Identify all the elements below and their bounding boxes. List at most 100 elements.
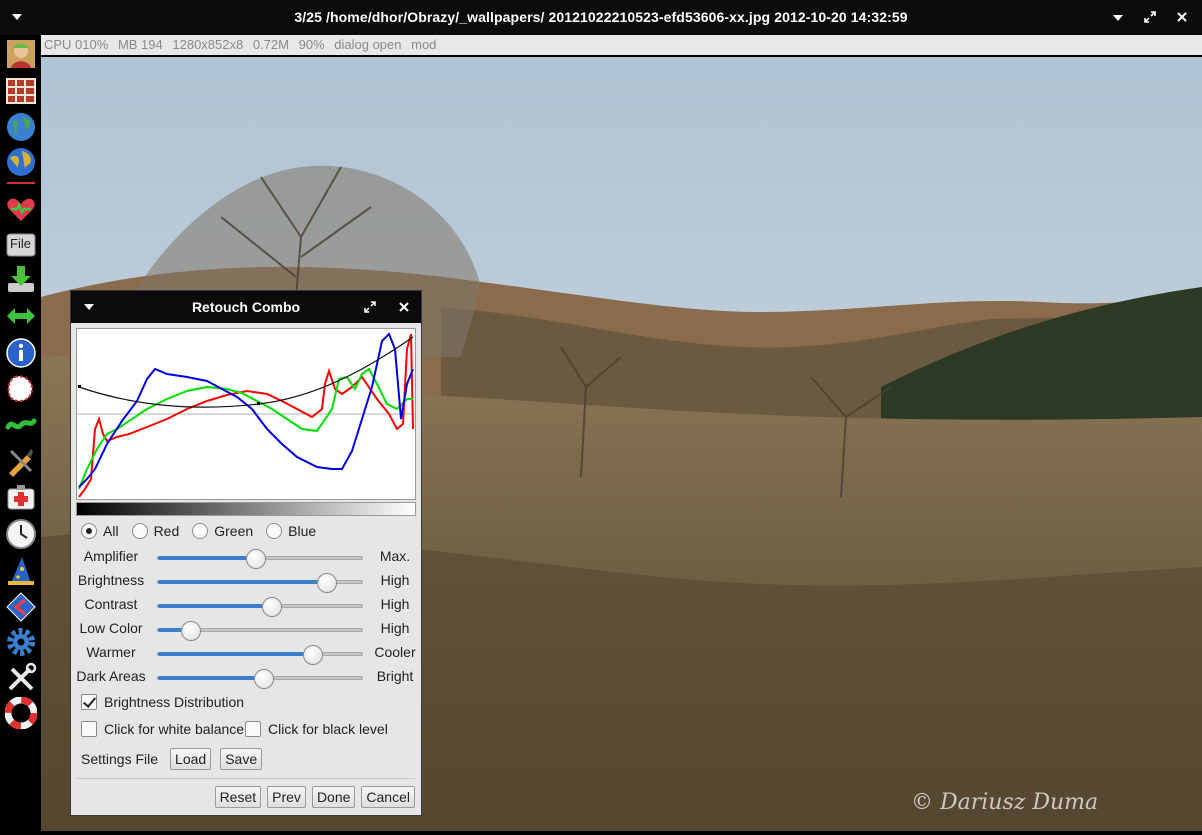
select-area-button[interactable] <box>4 373 38 405</box>
brightness-slider[interactable] <box>157 573 363 593</box>
wizard-button[interactable] <box>4 555 38 587</box>
dialog-maximize-icon[interactable] <box>363 300 377 314</box>
channel-blue-dot[interactable] <box>266 523 283 539</box>
amplifier-fill <box>158 556 256 560</box>
clock-icon <box>6 519 36 549</box>
dark-areas-high-label: Bright <box>376 668 414 684</box>
contrast-knob[interactable] <box>262 597 283 617</box>
help-lifebuoy-icon <box>5 697 37 729</box>
dark-areas-slider-row: Dark Areas Bright <box>71 667 421 689</box>
status-dialog: dialog open <box>334 37 402 52</box>
low-color-slider-row: Low Color High <box>71 619 421 641</box>
load-button[interactable]: Load <box>170 748 212 770</box>
low-color-slider[interactable] <box>157 621 363 641</box>
status-zoom: 90% <box>298 37 325 52</box>
help-button[interactable] <box>4 697 38 729</box>
cancel-button[interactable]: Cancel <box>361 786 415 808</box>
brightness-high-label: High <box>380 572 410 588</box>
dark-areas-label: Dark Areas <box>76 668 146 684</box>
gallery-icon <box>6 78 36 104</box>
globe-button[interactable] <box>4 111 38 143</box>
resize-arrows-icon <box>7 308 35 324</box>
channel-green-dot[interactable] <box>192 523 209 539</box>
channel-blue-label: Blue <box>288 523 317 539</box>
warp-button[interactable] <box>4 409 38 441</box>
channel-red-radio[interactable]: Red <box>131 523 179 539</box>
album-icon <box>7 40 35 68</box>
brightness-curve-editor[interactable] <box>76 328 416 500</box>
edit-tools-icon <box>9 449 33 477</box>
favorites-button[interactable] <box>4 193 38 225</box>
brightness-distribution-row: Brightness Distribution <box>81 692 244 712</box>
minimize-icon[interactable] <box>1110 9 1126 25</box>
white-balance-label: Click for white balance <box>104 721 245 737</box>
gallery-button[interactable] <box>4 75 38 107</box>
amplifier-label: Amplifier <box>83 548 139 564</box>
channel-red-dot[interactable] <box>131 523 148 539</box>
info-icon <box>6 338 36 368</box>
close-icon[interactable] <box>1174 9 1190 25</box>
repair-icon <box>7 485 35 510</box>
contrast-high-label: High <box>380 596 410 612</box>
prev-next-icon <box>6 592 36 622</box>
maximize-icon[interactable] <box>1142 9 1158 25</box>
brightness-gradient-bar <box>76 502 416 516</box>
dialog-separator <box>77 778 415 779</box>
album-button[interactable] <box>4 38 38 70</box>
save-button[interactable] <box>4 263 38 295</box>
amplifier-knob[interactable] <box>245 549 266 569</box>
edit-tools-button[interactable] <box>4 445 38 477</box>
white-balance-row: Click for white balance <box>81 719 244 739</box>
wizard-icon <box>8 557 34 585</box>
black-level-checkbox[interactable] <box>245 721 261 737</box>
low-color-label: Low Color <box>79 620 143 636</box>
tools-icon <box>8 662 37 691</box>
amplifier-high-label: Max. <box>379 548 411 564</box>
dark-areas-fill <box>158 676 265 680</box>
brightness-label: Brightness <box>77 572 145 588</box>
brightness-knob[interactable] <box>317 573 338 593</box>
settings-file-row: Settings File Load Save <box>81 748 263 770</box>
repair-button[interactable] <box>4 481 38 513</box>
world-map-button[interactable] <box>4 146 38 178</box>
done-button[interactable]: Done <box>311 786 356 808</box>
status-cpu: CPU 010% <box>44 37 109 52</box>
resize-button[interactable] <box>4 300 38 332</box>
prev-button[interactable]: Prev <box>267 786 306 808</box>
channel-all-radio[interactable]: All <box>81 523 119 539</box>
histogram-curve-graph-icon <box>77 332 415 498</box>
brightness-distribution-checkbox[interactable] <box>81 694 97 710</box>
contrast-slider[interactable] <box>157 597 363 617</box>
file-menu-label: File <box>10 236 31 251</box>
settings-button[interactable] <box>4 626 38 658</box>
status-bar: CPU 010% MB 194 1280x852x8 0.72M 90% dia… <box>41 35 1202 55</box>
channel-all-dot[interactable] <box>81 523 97 539</box>
brightness-fill <box>158 580 328 584</box>
amplifier-slider[interactable] <box>157 549 363 569</box>
reset-button[interactable]: Reset <box>214 786 262 808</box>
dark-areas-knob[interactable] <box>254 669 275 689</box>
channel-all-label: All <box>103 523 119 539</box>
channel-blue-radio[interactable]: Blue <box>266 523 316 539</box>
dialog-close-icon[interactable] <box>397 300 411 314</box>
file-menu-button[interactable]: File <box>4 228 38 260</box>
tools-button[interactable] <box>4 662 38 694</box>
globe-icon <box>7 113 35 141</box>
separator-line-icon <box>7 182 35 184</box>
prev-next-button[interactable] <box>4 591 38 623</box>
white-balance-checkbox[interactable] <box>81 721 97 737</box>
warp-icon <box>5 418 37 430</box>
save-settings-button[interactable]: Save <box>220 748 263 770</box>
channel-green-label: Green <box>214 523 254 539</box>
channel-green-radio[interactable]: Green <box>192 523 253 539</box>
world-map-icon <box>7 148 35 176</box>
info-button[interactable] <box>4 337 38 369</box>
low-color-knob[interactable] <box>180 621 201 641</box>
warmer-slider[interactable] <box>157 645 363 665</box>
photo-watermark: © Dariusz Duma <box>911 790 1098 815</box>
dark-areas-slider[interactable] <box>157 669 363 689</box>
window-titlebar: 3/25 /home/dhor/Obrazy/_wallpapers/ 2012… <box>0 0 1202 35</box>
clock-button[interactable] <box>4 518 38 550</box>
warmer-slider-row: Warmer Cooler <box>71 643 421 665</box>
warmer-knob[interactable] <box>303 645 324 665</box>
